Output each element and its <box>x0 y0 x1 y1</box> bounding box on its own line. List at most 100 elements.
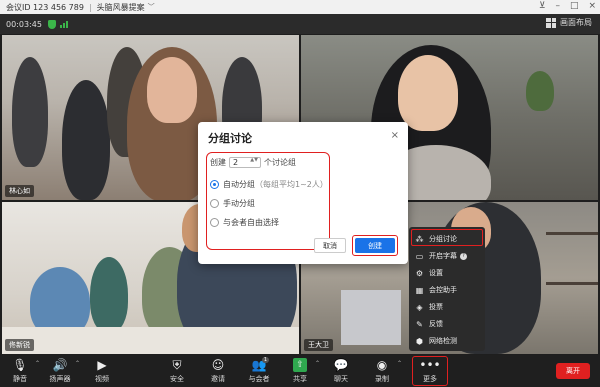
participant-name-tag: 王大卫 <box>304 339 333 351</box>
window-titlebar: 会议ID 123 456 789 | 头脑风暴提案 ﹀ ⊻ – □ × <box>0 0 600 14</box>
speaker-button[interactable]: 🔊 ⌃ 扬声器 <box>46 358 81 384</box>
signal-icon[interactable] <box>59 20 68 28</box>
chevron-up-icon[interactable]: ⌃ <box>397 360 402 367</box>
laptop <box>341 290 401 345</box>
camera-icon: ▶ <box>97 358 107 372</box>
shield-icon[interactable] <box>47 19 56 29</box>
menu-item-label: 投票 <box>429 303 443 311</box>
speaker-icon: 🔊 <box>52 358 68 372</box>
option-auto-label: 自动分组 <box>223 180 255 189</box>
help-icon[interactable]: ? <box>460 252 467 260</box>
security-label: 安全 <box>170 375 184 383</box>
create-button[interactable]: 创建 <box>355 238 395 253</box>
chat-label: 聊天 <box>334 375 348 383</box>
add-user-icon: ☺ <box>211 358 225 372</box>
share-icon: ⇧ <box>293 358 307 372</box>
invite-label: 邀请 <box>211 375 225 383</box>
settings-icon: ⚙ <box>415 268 424 278</box>
group-count-value: 2 <box>233 158 239 167</box>
menu-item-settings[interactable]: ⚙ 设置 <box>415 268 443 278</box>
maximize-icon[interactable]: □ <box>570 1 579 11</box>
chat-button[interactable]: 💬 聊天 <box>327 358 355 384</box>
elapsed-time: 00:03:45 <box>6 19 42 29</box>
shelf-decor <box>546 232 598 235</box>
video-label: 视频 <box>95 375 109 383</box>
record-button[interactable]: ◉ ⌃ 录制 <box>368 358 402 384</box>
layout-button[interactable]: 画面布局 <box>546 17 592 28</box>
menu-item-label: 设置 <box>429 269 443 277</box>
record-label: 录制 <box>375 375 389 383</box>
create-suffix: 个讨论组 <box>264 158 296 167</box>
meeting-toolbar: 🎙 ⌃ 静音 🔊 ⌃ 扬声器 ▶ 视频 ⛨ 安全 ☺ 邀请 👥 1 与会者 ⇧ … <box>0 355 600 387</box>
title-separator: | <box>88 2 92 12</box>
caption-icon: ▭ <box>415 251 424 261</box>
group-count-row: 创建 2 ▲▼ 个讨论组 <box>210 157 296 168</box>
option-auto[interactable]: 自动分组 （每组平均1~2人） <box>210 179 328 190</box>
layout-label: 画面布局 <box>560 18 592 27</box>
meeting-id: 会议ID 123 456 789 <box>6 2 84 12</box>
meeting-statusbar: 00:03:45 画面布局 <box>0 14 600 34</box>
meeting-title[interactable]: 头脑风暴提案 <box>97 2 145 13</box>
grid-layout-icon <box>546 17 556 28</box>
menu-item-assistant[interactable]: ▦ 会控助手 <box>415 285 457 295</box>
menu-item-label: 会控助手 <box>429 286 457 294</box>
invite-button[interactable]: ☺ 邀请 <box>204 358 232 384</box>
title-dropdown-icon[interactable]: ﹀ <box>148 2 155 12</box>
breakout-dialog: 分组讨论 × 创建 2 ▲▼ 个讨论组 自动分组 （每组平均1~2人） 手动分组… <box>198 122 408 264</box>
options-highlight: 创建 2 ▲▼ 个讨论组 自动分组 （每组平均1~2人） 手动分组 与会者自由选… <box>206 152 330 250</box>
menu-item-vote[interactable]: ◈ 投票 <box>415 302 443 312</box>
menu-item-network[interactable]: ⬢ 网络检测 <box>415 336 457 346</box>
menu-item-feedback[interactable]: ✎ 反馈 <box>415 319 443 329</box>
menu-item-label: 反馈 <box>429 320 443 328</box>
participant-name-tag: 佟新锐 <box>5 339 34 351</box>
option-manual[interactable]: 手动分组 <box>210 198 255 209</box>
shelf-decor <box>546 282 598 285</box>
create-prefix: 创建 <box>210 158 226 167</box>
assistant-icon: ▦ <box>415 285 424 295</box>
share-label: 共享 <box>293 375 307 383</box>
chevron-up-icon[interactable]: ⌃ <box>315 360 320 367</box>
chevron-up-icon[interactable]: ⌃ <box>75 360 80 367</box>
chevron-up-icon[interactable]: ⌃ <box>35 360 40 367</box>
share-button[interactable]: ⇧ ⌃ 共享 <box>286 358 320 384</box>
menu-item-captions[interactable]: ▭ 开启字幕 ? <box>415 251 467 261</box>
radio-manual[interactable] <box>210 199 219 208</box>
meeting-table <box>2 327 299 354</box>
participant-figure <box>12 57 48 167</box>
video-button[interactable]: ▶ 视频 <box>88 358 116 384</box>
record-icon: ◉ <box>376 358 388 372</box>
breakout-highlight <box>411 229 483 246</box>
window-controls: ⊻ – □ × <box>539 1 596 11</box>
menu-item-label: 网络检测 <box>429 337 457 345</box>
microphone-icon: 🎙 <box>12 358 28 372</box>
plant-decor <box>526 71 554 111</box>
participants-count: 1 <box>261 357 269 363</box>
minimize-icon[interactable]: – <box>555 1 560 11</box>
radio-auto[interactable] <box>210 180 219 189</box>
close-window-icon[interactable]: × <box>588 1 596 11</box>
chat-icon: 💬 <box>333 358 349 372</box>
security-button[interactable]: ⛨ 安全 <box>163 358 191 384</box>
option-manual-label: 手动分组 <box>223 199 255 208</box>
mute-label: 静音 <box>13 375 27 383</box>
group-count-stepper[interactable]: 2 ▲▼ <box>229 157 261 168</box>
shield-icon: ⛨ <box>172 358 182 372</box>
participants-label: 与会者 <box>248 375 270 383</box>
option-free-label: 与会者自由选择 <box>223 218 279 227</box>
participant-face <box>147 57 197 123</box>
leave-button[interactable]: 离开 <box>556 363 590 379</box>
speaker-label: 扬声器 <box>49 375 71 383</box>
cancel-button[interactable]: 取消 <box>314 238 346 253</box>
menu-item-label: 开启字幕 <box>429 252 457 260</box>
participants-button[interactable]: 👥 1 与会者 <box>245 357 273 384</box>
participant-face <box>398 55 458 131</box>
more-highlight <box>412 356 448 386</box>
option-free[interactable]: 与会者自由选择 <box>210 217 279 228</box>
feedback-icon: ✎ <box>416 319 423 329</box>
radio-free[interactable] <box>210 218 219 227</box>
pin-icon[interactable]: ⊻ <box>539 1 546 11</box>
network-icon: ⬢ <box>416 336 423 346</box>
stepper-arrows-icon[interactable]: ▲▼ <box>250 157 258 163</box>
close-icon[interactable]: × <box>391 130 399 141</box>
mute-button[interactable]: 🎙 ⌃ 静音 <box>6 358 40 384</box>
